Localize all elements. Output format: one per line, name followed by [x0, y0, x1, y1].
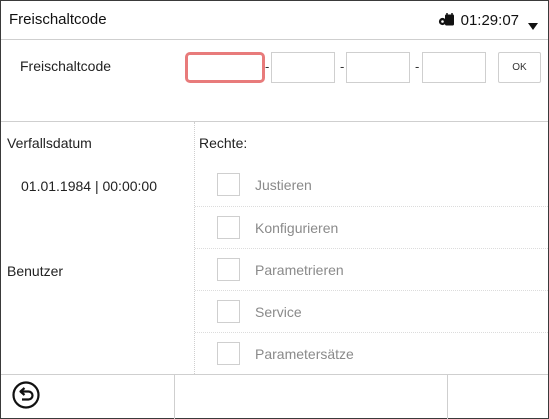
- expiry-date-value: 01.01.1984 | 00:00:00: [21, 178, 157, 194]
- row-divider: [195, 206, 548, 207]
- right-label: Parametrieren: [255, 261, 344, 278]
- ok-button[interactable]: OK: [498, 52, 541, 83]
- code-separator: -: [265, 59, 270, 74]
- right-parametrieren[interactable]: Parametrieren: [217, 257, 344, 282]
- expiry-date-label: Verfallsdatum: [7, 135, 92, 151]
- toolbar-slot-empty: [175, 375, 447, 419]
- back-arrow-icon: [11, 380, 41, 415]
- right-label: Service: [255, 303, 302, 320]
- dropdown-triangle-icon[interactable]: [528, 17, 538, 30]
- checkbox[interactable]: [217, 173, 240, 196]
- code-field-4[interactable]: [422, 52, 486, 83]
- lock-key-icon: [438, 8, 456, 27]
- right-label: Parametersätze: [255, 345, 354, 362]
- back-button[interactable]: [1, 375, 51, 419]
- section-divider: [1, 121, 548, 122]
- checkbox[interactable]: [217, 342, 240, 365]
- status-area[interactable]: 01:29:07: [438, 1, 538, 39]
- right-label: Konfigurieren: [255, 219, 339, 236]
- page-title: Freischaltcode: [9, 11, 107, 28]
- code-field-2[interactable]: [271, 52, 335, 83]
- right-service[interactable]: Service: [217, 299, 302, 324]
- unlock-code-label: Freischaltcode: [20, 58, 112, 74]
- user-label: Benutzer: [7, 263, 64, 279]
- code-separator: -: [340, 59, 345, 74]
- rights-heading: Rechte:: [199, 135, 248, 151]
- toolbar-slot-empty: [448, 375, 548, 419]
- right-justieren[interactable]: Justieren: [217, 172, 312, 197]
- bottom-toolbar: [1, 374, 548, 419]
- right-label: Justieren: [255, 176, 312, 193]
- checkbox[interactable]: [217, 258, 240, 281]
- code-separator: -: [415, 59, 420, 74]
- code-field-3[interactable]: [346, 52, 410, 83]
- unlock-code-row: Freischaltcode - - - OK: [1, 40, 548, 100]
- row-divider: [195, 332, 548, 333]
- code-field-1[interactable]: [185, 52, 265, 83]
- unlock-code-screen: Freischaltcode 01:29:07 Freischaltcode -…: [0, 0, 549, 419]
- checkbox[interactable]: [217, 300, 240, 323]
- right-parametersaetze[interactable]: Parametersätze: [217, 341, 354, 366]
- title-bar: Freischaltcode 01:29:07: [1, 1, 548, 40]
- checkbox[interactable]: [217, 216, 240, 239]
- row-divider: [195, 248, 548, 249]
- clock-time: 01:29:07: [460, 11, 519, 29]
- row-divider: [195, 290, 548, 291]
- right-konfigurieren[interactable]: Konfigurieren: [217, 215, 338, 240]
